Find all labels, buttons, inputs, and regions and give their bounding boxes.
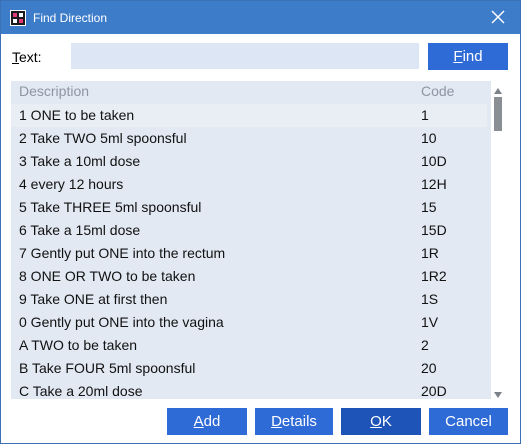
find-hotkey: F <box>453 48 463 65</box>
row-code: 2 <box>421 337 429 353</box>
row-code: 1V <box>421 314 439 330</box>
row-code: 10D <box>421 153 447 169</box>
row-code: 20D <box>421 383 447 399</box>
details-button[interactable]: Details <box>255 408 333 435</box>
table-row[interactable]: 0 Gently put ONE into the vagina 1V <box>11 311 487 334</box>
title-bar: Find Direction <box>1 1 520 34</box>
table-row[interactable]: 2 Take TWO 5ml spoonsful 10 <box>11 127 487 150</box>
scroll-thumb[interactable] <box>494 97 502 131</box>
search-input[interactable] <box>71 43 419 69</box>
row-code: 20 <box>421 360 437 376</box>
text-label-rest: ext: <box>19 49 42 65</box>
find-button[interactable]: Find <box>428 43 508 70</box>
cancel-button[interactable]: Cancel <box>429 408 508 435</box>
find-label-rest: ind <box>462 48 483 65</box>
row-description: 0 Gently put ONE into the vagina <box>19 314 224 330</box>
column-header-description[interactable]: Description <box>19 83 89 99</box>
table-row[interactable]: C Take a 20ml dose 20D <box>11 380 487 399</box>
row-code: 1 <box>421 107 429 123</box>
text-label: Text: <box>12 49 42 65</box>
row-description: 7 Gently put ONE into the rectum <box>19 245 226 261</box>
row-description: 6 Take a 15ml dose <box>19 222 141 238</box>
close-button[interactable] <box>484 5 512 29</box>
text-label-hotkey: T <box>12 49 19 65</box>
row-code: 15D <box>421 222 447 238</box>
ok-button[interactable]: OK <box>341 408 421 435</box>
table-row[interactable]: 1 ONE to be taken 1 <box>11 104 487 127</box>
add-button[interactable]: Add <box>167 408 247 435</box>
row-code: 1R <box>421 245 439 261</box>
table-row[interactable]: 7 Gently put ONE into the rectum 1R <box>11 242 487 265</box>
ok-label-rest: K <box>381 413 392 430</box>
vertical-scrollbar[interactable] <box>491 81 505 399</box>
table-row[interactable]: A TWO to be taken 2 <box>11 334 487 357</box>
row-description: C Take a 20ml dose <box>19 383 143 399</box>
row-code: 10 <box>421 130 437 146</box>
table-row[interactable]: 5 Take THREE 5ml spoonsful 15 <box>11 196 487 219</box>
row-code: 1R2 <box>421 268 447 284</box>
row-description: 5 Take THREE 5ml spoonsful <box>19 199 202 215</box>
scroll-up-arrow-icon[interactable] <box>493 83 503 94</box>
scroll-down-arrow-icon[interactable] <box>493 387 503 398</box>
details-hotkey: D <box>271 413 282 430</box>
row-description: 9 Take ONE at first then <box>19 291 168 307</box>
row-description: 4 every 12 hours <box>19 176 124 192</box>
window-title: Find Direction <box>33 11 108 25</box>
table-row[interactable]: 9 Take ONE at first then 1S <box>11 288 487 311</box>
table-row[interactable]: 8 ONE OR TWO to be taken 1R2 <box>11 265 487 288</box>
row-description: 3 Take a 10ml dose <box>19 153 141 169</box>
row-description: A TWO to be taken <box>19 337 138 353</box>
row-code: 15 <box>421 199 437 215</box>
table-row[interactable]: 4 every 12 hours 12H <box>11 173 487 196</box>
directions-list[interactable]: Description Code 1 ONE to be taken 1 2 Ta… <box>11 81 491 399</box>
add-label-rest: dd <box>203 413 221 430</box>
ok-hotkey: O <box>370 413 382 430</box>
find-direction-dialog: Find Direction Text: Find Description Co… <box>0 0 521 444</box>
row-description: B Take FOUR 5ml spoonsful <box>19 360 196 376</box>
app-icon <box>10 10 26 26</box>
close-icon <box>491 10 505 24</box>
details-label-rest: etails <box>281 413 317 430</box>
add-hotkey: A <box>193 413 204 430</box>
table-row[interactable]: B Take FOUR 5ml spoonsful 20 <box>11 357 487 380</box>
row-description: 2 Take TWO 5ml spoonsful <box>19 130 187 146</box>
row-description: 8 ONE OR TWO to be taken <box>19 268 196 284</box>
table-row[interactable]: 6 Take a 15ml dose 15D <box>11 219 487 242</box>
table-row[interactable]: 3 Take a 10ml dose 10D <box>11 150 487 173</box>
row-code: 1S <box>421 291 439 307</box>
row-code: 12H <box>421 176 447 192</box>
row-description: 1 ONE to be taken <box>19 107 135 123</box>
column-header-code[interactable]: Code <box>421 83 454 99</box>
